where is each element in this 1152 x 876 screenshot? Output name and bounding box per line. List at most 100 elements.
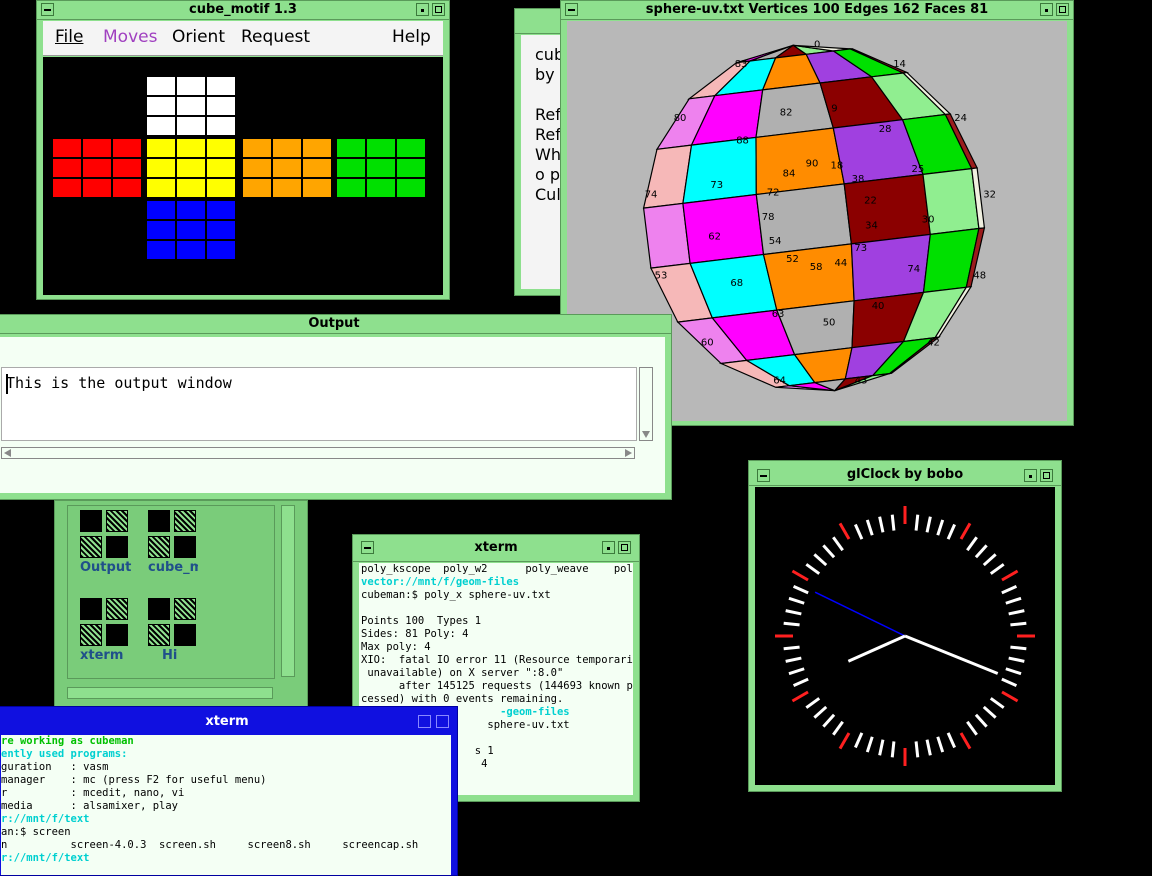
cube-facelet[interactable] xyxy=(337,159,365,177)
cube-facelet[interactable] xyxy=(147,77,175,95)
cube-facelet[interactable] xyxy=(367,159,395,177)
cube-facelet[interactable] xyxy=(147,159,175,177)
cube-facelet[interactable] xyxy=(367,179,395,197)
icon-box-hscrollbar[interactable] xyxy=(67,687,273,699)
cube-facelet[interactable] xyxy=(147,117,175,135)
cube-facelet[interactable] xyxy=(53,139,81,157)
cube-facelet[interactable] xyxy=(303,179,331,197)
icon-box-vscrollbar[interactable] xyxy=(281,505,295,677)
cube-facelet[interactable] xyxy=(177,201,205,219)
output-vscrollbar[interactable] xyxy=(639,367,653,441)
cube-facelet[interactable] xyxy=(337,139,365,157)
maximize-icon[interactable] xyxy=(436,715,449,728)
xterm-big-terminal[interactable]: re working as cubeman ently used programs… xyxy=(1,735,451,875)
cube-facelet[interactable] xyxy=(207,241,235,259)
glclock-titlebar[interactable]: glClock by bobo xyxy=(749,461,1061,486)
cube-facelet[interactable] xyxy=(177,179,205,197)
cube-face-up[interactable] xyxy=(147,77,235,135)
cube-facelet[interactable] xyxy=(147,139,175,157)
scroll-down-icon[interactable] xyxy=(642,431,650,438)
cube-facelet[interactable] xyxy=(243,159,271,177)
menu-moves[interactable]: Moves xyxy=(103,27,157,47)
output-text-area[interactable]: This is the output window xyxy=(1,367,637,441)
cube-facelet[interactable] xyxy=(397,139,425,157)
cube-facelet[interactable] xyxy=(177,241,205,259)
cube-facelet[interactable] xyxy=(207,221,235,239)
xterm-big-titlebar[interactable]: xterm xyxy=(0,707,457,733)
cube-facelet[interactable] xyxy=(273,179,301,197)
cube-facelet[interactable] xyxy=(147,221,175,239)
window-menu-icon[interactable] xyxy=(565,3,578,16)
cube-facelet[interactable] xyxy=(207,97,235,115)
window-menu-icon[interactable] xyxy=(41,3,54,16)
minimize-icon[interactable] xyxy=(1024,469,1037,482)
menu-request[interactable]: Request xyxy=(241,27,310,47)
cube-facelet[interactable] xyxy=(303,139,331,157)
output-hscrollbar[interactable] xyxy=(1,447,635,459)
cube-facelet[interactable] xyxy=(177,159,205,177)
cube-facelet[interactable] xyxy=(273,139,301,157)
cube-facelet[interactable] xyxy=(397,159,425,177)
cube-facelet[interactable] xyxy=(53,179,81,197)
cube-facelet[interactable] xyxy=(177,139,205,157)
cube-facelet[interactable] xyxy=(337,179,365,197)
maximize-icon[interactable] xyxy=(1040,469,1053,482)
cube-face-right[interactable] xyxy=(243,139,331,197)
cube-facelet[interactable] xyxy=(83,139,111,157)
icon-xterm[interactable]: xterm xyxy=(80,598,130,663)
xterm-small-titlebar[interactable]: xterm xyxy=(353,535,639,562)
scroll-left-icon[interactable] xyxy=(4,449,11,457)
cube-facelet[interactable] xyxy=(273,159,301,177)
icon-cube[interactable]: cube_m xyxy=(148,510,198,575)
cube-facelet[interactable] xyxy=(207,179,235,197)
menu-orient[interactable]: Orient xyxy=(172,27,225,47)
cube-canvas[interactable] xyxy=(43,57,443,295)
cube-facelet[interactable] xyxy=(397,179,425,197)
cube-facelet[interactable] xyxy=(243,139,271,157)
scroll-right-icon[interactable] xyxy=(625,449,632,457)
cube-facelet[interactable] xyxy=(207,117,235,135)
maximize-icon[interactable] xyxy=(618,541,631,554)
icon-hi[interactable]: Hi xyxy=(148,598,198,663)
cube-facelet[interactable] xyxy=(243,179,271,197)
cube-face-down[interactable] xyxy=(147,201,235,259)
cube-facelet[interactable] xyxy=(207,159,235,177)
cube-facelet[interactable] xyxy=(113,139,141,157)
cube-facelet[interactable] xyxy=(303,159,331,177)
maximize-icon[interactable] xyxy=(432,3,445,16)
cube-face-front[interactable] xyxy=(147,139,235,197)
cube-facelet[interactable] xyxy=(147,97,175,115)
cube-facelet[interactable] xyxy=(177,97,205,115)
cube-facelet[interactable] xyxy=(83,159,111,177)
menu-help[interactable]: Help xyxy=(392,27,431,47)
cube-facelet[interactable] xyxy=(113,159,141,177)
sphere-titlebar[interactable]: sphere-uv.txt Vertices 100 Edges 162 Fac… xyxy=(561,1,1073,20)
window-menu-icon[interactable] xyxy=(361,541,374,554)
cube-facelet[interactable] xyxy=(207,201,235,219)
cube-facelet[interactable] xyxy=(177,117,205,135)
minimize-icon[interactable] xyxy=(418,715,431,728)
cube-facelet[interactable] xyxy=(367,139,395,157)
cube-facelet[interactable] xyxy=(177,77,205,95)
cube-facelet[interactable] xyxy=(147,179,175,197)
cube-facelet[interactable] xyxy=(207,77,235,95)
minimize-icon[interactable] xyxy=(416,3,429,16)
cube-facelet[interactable] xyxy=(147,201,175,219)
cube-motif-titlebar[interactable]: cube_motif 1.3 xyxy=(37,1,449,20)
cube-facelet[interactable] xyxy=(207,139,235,157)
window-menu-icon[interactable] xyxy=(757,469,770,482)
cube-face-back[interactable] xyxy=(337,139,425,197)
minimize-icon[interactable] xyxy=(1040,3,1053,16)
cube-facelet[interactable] xyxy=(83,179,111,197)
vertex-label: 44 xyxy=(835,258,848,269)
cube-face-left[interactable] xyxy=(53,139,141,197)
cube-facelet[interactable] xyxy=(177,221,205,239)
menu-file[interactable]: File xyxy=(55,27,83,47)
cube-facelet[interactable] xyxy=(53,159,81,177)
minimize-icon[interactable] xyxy=(602,541,615,554)
cube-facelet[interactable] xyxy=(147,241,175,259)
output-titlebar[interactable]: Output xyxy=(0,315,671,334)
cube-facelet[interactable] xyxy=(113,179,141,197)
maximize-icon[interactable] xyxy=(1056,3,1069,16)
icon-output[interactable]: Output xyxy=(80,510,131,575)
